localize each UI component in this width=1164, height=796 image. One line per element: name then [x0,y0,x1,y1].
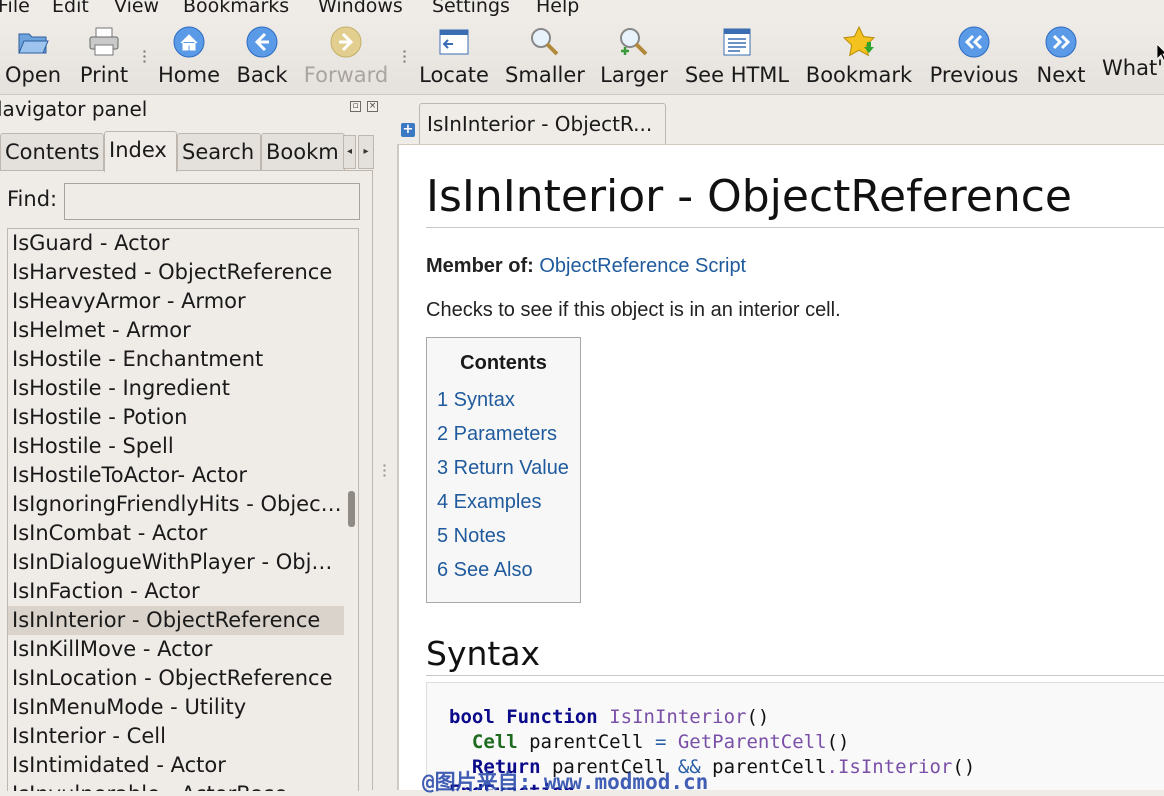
home-button[interactable]: Home [156,19,222,94]
menu-windows[interactable]: Windows [318,0,403,18]
page-description: Checks to see if this object is in an in… [426,299,841,321]
menu-bar: File Edit View Bookmarks Windows Setting… [0,0,1164,19]
tab-scroll-right-button[interactable]: ▸ [358,135,374,169]
close-panel-button[interactable]: × [367,101,378,112]
toc-link-examples[interactable]: 4 Examples [437,491,542,514]
toc-link-syntax[interactable]: 1 Syntax [437,389,515,412]
member-of-label: Member of: [426,255,534,277]
index-list-item[interactable]: IsHostileToActor- Actor [8,461,344,490]
print-button[interactable]: Print [74,19,134,94]
locate-button[interactable]: Locate [416,19,492,94]
tab-search[interactable]: Search [177,133,261,171]
menu-bookmarks[interactable]: Bookmarks [183,0,289,18]
toc-link-return-value[interactable]: 3 Return Value [437,457,569,480]
table-of-contents: Contents 1 Syntax 2 Parameters 3 Return … [426,337,581,603]
larger-button[interactable]: Larger [598,19,670,94]
back-button[interactable]: Back [230,19,294,94]
index-list-item[interactable]: IsHostile - Ingredient [8,374,344,403]
home-icon [173,26,205,58]
index-list-item[interactable]: IsInMenuMode - Utility [8,693,344,722]
section-heading-syntax: Syntax [426,633,1164,676]
smaller-button[interactable]: Smaller [503,19,587,94]
forward-button[interactable]: Forward [300,19,392,94]
index-list-item[interactable]: IsInFaction - Actor [8,577,344,606]
previous-icon [958,26,990,58]
index-list-item[interactable]: IsHarvested - ObjectReference [8,258,344,287]
zoom-out-icon [531,28,559,56]
navigator-panel: lavigator panel ▫ × Contents Index Searc… [0,95,379,791]
code-line-2: Cell parentCell = GetParentCell() [471,731,850,753]
open-button[interactable]: Open [0,19,66,94]
index-pane: Find: IsGuard - Actor IsHarvested - Objec… [0,170,373,791]
index-list-item[interactable]: IsHostile - Spell [8,432,344,461]
index-scrollbar[interactable] [344,229,358,791]
member-of-link[interactable]: ObjectReference Script [539,255,746,277]
code-line-1: bool Function IsInInterior() [449,706,770,728]
menu-settings[interactable]: Settings [432,0,510,18]
folder-open-icon [18,33,49,54]
index-list-item[interactable]: IsInvulnerable - ActorBase [8,780,344,791]
toolbar: Open Print Home Back Forward Locate Smal… [0,19,1164,95]
bookmark-star-icon [842,25,876,57]
toolbar-separator [403,49,406,63]
index-list: IsGuard - Actor IsHarvested - ObjectRefer… [7,228,359,791]
panel-splitter[interactable] [383,463,386,477]
index-list-item[interactable]: IsIgnoringFriendlyHits - ObjectReference [8,490,344,519]
index-list-item[interactable]: IsInInterior - ObjectReference [8,606,344,635]
find-label: Find: [7,187,58,211]
printer-icon [89,27,119,56]
page-title: IsInInterior - ObjectReference [426,171,1164,228]
index-list-item[interactable]: IsGuard - Actor [8,229,344,258]
arrow-left-icon [246,26,278,58]
tab-scroll-left-button[interactable]: ◂ [343,135,356,169]
tab-bookmarks[interactable]: Bookm [261,133,345,171]
toc-link-notes[interactable]: 5 Notes [437,525,506,548]
index-list-item[interactable]: IsInLocation - ObjectReference [8,664,344,693]
toc-link-see-also[interactable]: 6 See Also [437,559,533,582]
toolbar-separator [143,49,146,63]
zoom-in-icon [620,28,648,56]
index-list-item[interactable]: IsInDialogueWithPlayer - ObjectReference [8,548,344,577]
document-tab[interactable]: IsInInterior - ObjectR... [419,103,666,145]
menu-help[interactable]: Help [536,0,579,18]
member-of-line: Member of: ObjectReference Script [426,255,746,278]
arrow-right-icon [330,26,362,58]
see-html-button[interactable]: See HTML [682,19,792,94]
next-icon [1045,26,1077,58]
menu-view[interactable]: View [114,0,159,18]
whats-this-button[interactable]: What' [1102,56,1163,80]
watermark: @图片来自: www.modmod.cn [422,770,709,794]
index-scrollbar-thumb[interactable] [348,491,355,527]
float-panel-button[interactable]: ▫ [350,101,361,112]
index-list-item[interactable]: IsHeavyArmor - Armor [8,287,344,316]
mouse-cursor-icon [1157,44,1164,62]
toc-title: Contents [460,352,547,374]
tab-contents[interactable]: Contents [0,133,104,171]
index-list-item[interactable]: IsInKillMove - Actor [8,635,344,664]
index-list-item[interactable]: IsInCombat - Actor [8,519,344,548]
document-view: IsInInterior - ObjectReference Member of… [397,144,1164,790]
tab-index[interactable]: Index [104,131,177,172]
menu-file[interactable]: File [0,0,30,18]
navigator-tabs: Contents Index Search Bookm ◂ ▸ [0,131,375,172]
menu-edit[interactable]: Edit [52,0,89,18]
bookmark-button[interactable]: Bookmark [804,19,914,94]
index-list-item[interactable]: IsIntimidated - Actor [8,751,344,780]
index-list-item[interactable]: IsHostile - Potion [8,403,344,432]
html-source-icon [723,28,751,56]
new-tab-button[interactable]: + [401,123,415,137]
next-button[interactable]: Next [1031,19,1091,94]
index-list-item[interactable]: IsHostile - Enchantment [8,345,344,374]
index-list-item[interactable]: IsInterior - Cell [8,722,344,751]
index-list-item[interactable]: IsHelmet - Armor [8,316,344,345]
toc-link-parameters[interactable]: 2 Parameters [437,423,557,446]
navigator-panel-title: lavigator panel [0,97,148,121]
locate-icon [439,29,469,55]
previous-button[interactable]: Previous [926,19,1022,94]
find-input[interactable] [64,183,360,220]
